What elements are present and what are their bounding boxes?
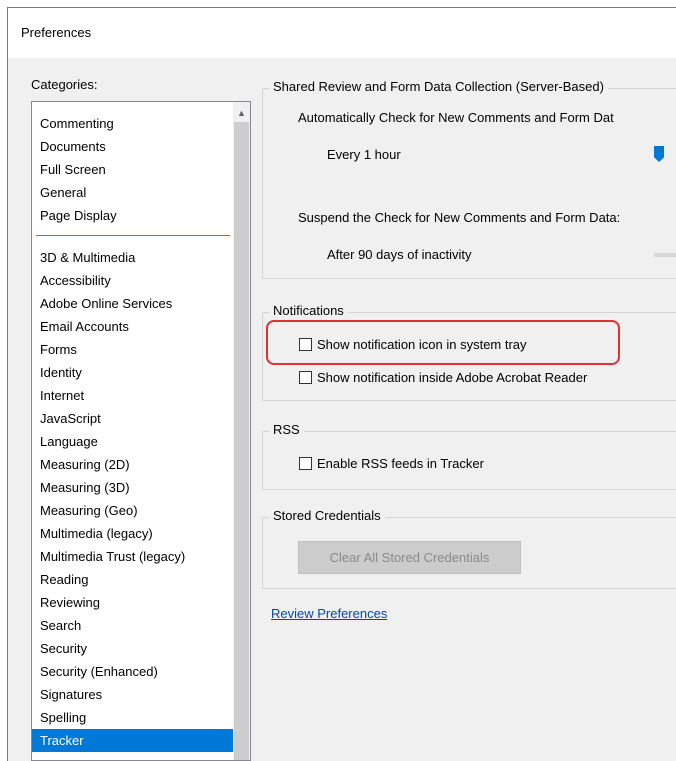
category-item[interactable]: Accessibility [32,269,234,292]
category-item[interactable]: Multimedia (legacy) [32,522,234,545]
category-item[interactable]: Forms [32,338,234,361]
inside-reader-checkbox-row[interactable]: Show notification inside Adobe Acrobat R… [299,370,587,385]
suspend-label: Suspend the Check for New Comments and F… [298,210,621,225]
category-item[interactable]: Adobe Online Services [32,292,234,315]
category-item[interactable]: Identity [32,361,234,384]
clear-credentials-button[interactable]: Clear All Stored Credentials [298,541,521,574]
category-item[interactable]: Spelling [32,706,234,729]
highlight-annotation [266,320,620,365]
category-item[interactable]: Full Screen [32,158,234,181]
category-item-selected[interactable]: Tracker [32,729,234,752]
category-item[interactable]: Reviewing [32,591,234,614]
title-bar[interactable]: Preferences [8,8,676,58]
auto-check-label: Automatically Check for New Comments and… [298,110,614,125]
suspend-slider-track[interactable] [654,253,676,257]
category-item[interactable]: Internet [32,384,234,407]
category-item[interactable]: Signatures [32,683,234,706]
list-scrollbar[interactable]: ▲ [233,102,250,760]
category-item[interactable]: Security [32,637,234,660]
category-item[interactable]: Documents [32,135,234,158]
category-item[interactable]: Email Accounts [32,315,234,338]
list-separator-line [36,235,230,236]
stored-credentials-group-title: Stored Credentials [269,508,385,523]
categories-label: Categories: [31,77,98,92]
category-item[interactable]: Measuring (3D) [32,476,234,499]
rss-checkbox[interactable] [299,457,312,470]
review-preferences-link[interactable]: Review Preferences [271,606,387,621]
suspend-value: After 90 days of inactivity [327,247,472,262]
scroll-thumb[interactable] [234,122,249,760]
category-item[interactable]: Security (Enhanced) [32,660,234,683]
category-item[interactable]: Measuring (Geo) [32,499,234,522]
inside-reader-checkbox[interactable] [299,371,312,384]
window-title: Preferences [21,25,92,40]
rss-checkbox-row[interactable]: Enable RSS feeds in Tracker [299,456,484,471]
categories-list[interactable]: Commenting Documents Full Screen General Pag… [31,101,251,761]
category-item[interactable]: Multimedia Trust (legacy) [32,545,234,568]
rss-group-title: RSS [269,422,304,437]
category-item[interactable]: Language [32,430,234,453]
category-item[interactable]: Commenting [32,112,234,135]
category-item[interactable]: Reading [32,568,234,591]
scroll-up-arrow-icon[interactable]: ▲ [233,102,250,120]
categories-list-items: Commenting Documents Full Screen General Pag… [32,112,234,752]
category-item[interactable]: Page Display [32,204,234,227]
list-separator [32,235,234,246]
category-item[interactable]: 3D & Multimedia [32,246,234,269]
inside-reader-label: Show notification inside Adobe Acrobat R… [317,370,588,385]
category-item[interactable]: General [32,181,234,204]
shared-review-group-title: Shared Review and Form Data Collection (… [269,79,608,94]
category-item[interactable]: Measuring (2D) [32,453,234,476]
category-item[interactable]: Search [32,614,234,637]
category-item[interactable]: JavaScript [32,407,234,430]
notifications-group-title: Notifications [269,303,348,318]
rss-label: Enable RSS feeds in Tracker [317,456,484,471]
auto-check-value: Every 1 hour [327,147,401,162]
